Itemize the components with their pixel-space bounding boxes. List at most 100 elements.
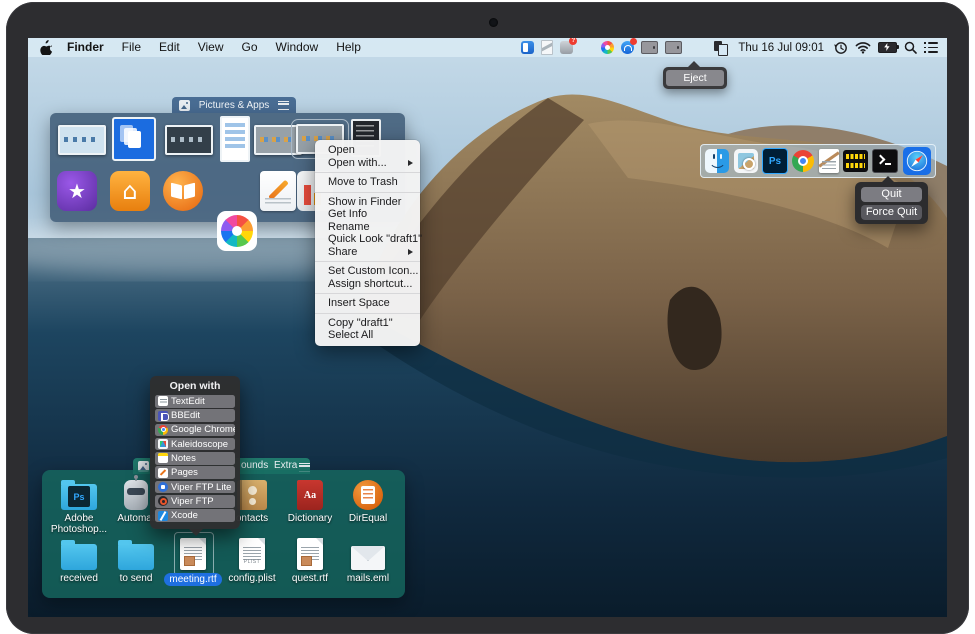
panel-menu-icon[interactable] xyxy=(278,101,289,110)
home-icon[interactable]: ⌂ xyxy=(110,171,150,211)
rtf-document-icon xyxy=(297,538,323,570)
menu-bar-clock[interactable]: Thu 16 Jul 09:01 xyxy=(735,42,827,54)
app-store-icon[interactable] xyxy=(621,41,634,54)
menu-item-move-to-trash[interactable]: Move to Trash xyxy=(315,176,420,189)
safari-compass-icon xyxy=(906,150,928,172)
external-drive-eject-target-icon[interactable] xyxy=(665,41,682,54)
menu-item-set-custom-icon[interactable]: Set Custom Icon... xyxy=(315,265,420,278)
copy-app-tile[interactable] xyxy=(112,117,156,161)
menu-item-copy[interactable]: Copy "draft1" xyxy=(315,317,420,330)
chrome-icon[interactable] xyxy=(792,150,814,172)
quit-button[interactable]: Quit xyxy=(861,187,922,202)
textedit-icon[interactable] xyxy=(819,149,839,173)
menu-item-select-all[interactable]: Select All xyxy=(315,329,420,342)
file-item-mails-eml[interactable]: mails.eml xyxy=(340,536,396,584)
copy-queue-icon[interactable] xyxy=(714,41,728,55)
menu-item-rename[interactable]: Rename xyxy=(315,221,420,234)
open-with-kaleidoscope[interactable]: Kaleidoscope xyxy=(155,438,235,451)
menu-separator xyxy=(315,313,420,314)
open-with-textedit[interactable]: TextEdit xyxy=(155,395,235,408)
open-with-xcode[interactable]: Xcode xyxy=(155,509,235,522)
eject-button[interactable]: Eject xyxy=(666,70,724,86)
menu-item-get-info[interactable]: Get Info xyxy=(315,208,420,221)
open-with-bbedit[interactable]: BBEdit xyxy=(155,409,235,422)
open-with-google-chrome[interactable]: Google Chrome xyxy=(155,424,235,437)
open-with-pages[interactable]: Pages xyxy=(155,466,235,479)
menu-help[interactable]: Help xyxy=(327,38,370,57)
menu-bar-status-area: ? Thu 16 Jul 09:01 xyxy=(521,40,947,55)
pictures-apps-tab[interactable]: Pictures & Apps xyxy=(172,97,296,113)
menu-item-share[interactable]: Share xyxy=(315,246,420,259)
desktop-screen: Finder File Edit View Go Window Help ? T… xyxy=(28,38,947,617)
status-widget-icon[interactable] xyxy=(843,150,868,172)
menu-go[interactable]: Go xyxy=(233,38,267,57)
eject-tooltip: Eject xyxy=(663,67,727,89)
spotlight-icon[interactable] xyxy=(904,41,917,54)
photoshop-icon[interactable]: Ps xyxy=(762,148,788,174)
helper-app-icon[interactable]: ? xyxy=(560,41,573,54)
open-with-viper-ftp-lite[interactable]: Viper FTP Lite xyxy=(155,481,235,494)
menu-file[interactable]: File xyxy=(113,38,150,57)
menu-item-open-with[interactable]: Open with... xyxy=(315,157,420,170)
books-icon[interactable] xyxy=(163,171,203,211)
picture-icon xyxy=(179,100,190,111)
photos-icon[interactable] xyxy=(601,41,614,54)
rtf-document-icon xyxy=(180,538,206,570)
photos-app-icon[interactable] xyxy=(217,211,257,251)
folder-icon xyxy=(118,544,154,570)
file-item-to-send[interactable]: to send xyxy=(108,536,164,584)
plist-document-icon: PLIST xyxy=(239,538,265,570)
textedit-icon xyxy=(158,396,168,406)
safari-icon-selected[interactable] xyxy=(903,147,931,175)
screenshot-finder-thumb[interactable] xyxy=(254,125,302,155)
file-item-quest-rtf[interactable]: quest.rtf xyxy=(282,536,338,584)
menu-separator xyxy=(315,293,420,294)
direqual-icon xyxy=(353,480,383,510)
quit-popover: Quit Force Quit xyxy=(855,182,928,224)
notes-icon xyxy=(158,453,168,463)
editor-app-icon[interactable] xyxy=(541,40,553,55)
apple-menu-icon[interactable] xyxy=(40,40,53,55)
file-item-direqual[interactable]: DirEqual xyxy=(340,476,396,524)
viper-ftp-lite-icon xyxy=(158,482,168,492)
menu-edit[interactable]: Edit xyxy=(150,38,189,57)
screenshot-dark-thumb[interactable] xyxy=(165,125,213,155)
contacts-icon xyxy=(237,480,267,510)
menu-item-open[interactable]: Open xyxy=(315,144,420,157)
file-item-received[interactable]: received xyxy=(51,536,107,584)
battery-charging-icon[interactable] xyxy=(878,42,897,53)
force-quit-button[interactable]: Force Quit xyxy=(861,205,922,220)
time-machine-icon[interactable] xyxy=(834,41,848,55)
xcode-icon xyxy=(158,511,168,521)
external-drive-icon[interactable] xyxy=(641,41,658,54)
wifi-icon[interactable] xyxy=(855,41,871,54)
pages-icon[interactable] xyxy=(260,171,296,211)
imovie-icon[interactable]: ★ xyxy=(57,171,97,211)
item-list-icon[interactable] xyxy=(924,42,938,53)
menu-item-show-in-finder[interactable]: Show in Finder xyxy=(315,196,420,209)
chrome-icon xyxy=(158,425,168,435)
preview-icon[interactable] xyxy=(734,149,758,173)
terminal-icon[interactable] xyxy=(872,149,898,173)
menu-item-assign-shortcut[interactable]: Assign shortcut... xyxy=(315,278,420,291)
photos-pinwheel xyxy=(221,215,253,247)
file-item-dictionary[interactable]: Aa Dictionary xyxy=(282,476,338,524)
file-item-config-plist[interactable]: PLIST config.plist xyxy=(224,536,280,584)
document-thumb[interactable] xyxy=(220,116,250,162)
screenshot-toolbar-thumb[interactable] xyxy=(58,125,106,155)
open-with-notes[interactable]: Notes xyxy=(155,452,235,465)
menu-window[interactable]: Window xyxy=(267,38,328,57)
open-with-viper-ftp[interactable]: Viper FTP xyxy=(155,495,235,508)
menu-finder[interactable]: Finder xyxy=(58,38,113,57)
menu-view[interactable]: View xyxy=(189,38,233,57)
file-item-adobe-photoshop[interactable]: Ps Adobe Photoshop... xyxy=(51,476,107,535)
bbedit-icon xyxy=(158,411,168,421)
finder-icon[interactable] xyxy=(705,149,729,173)
file-item-meeting-rtf-selected[interactable]: meeting.rtf xyxy=(165,536,221,586)
sync-app-icon[interactable] xyxy=(521,41,534,54)
menu-item-insert-space[interactable]: Insert Space xyxy=(315,297,420,310)
automator-icon xyxy=(124,480,148,510)
home-house-glyph: ⌂ xyxy=(122,177,137,205)
menu-separator xyxy=(315,172,420,173)
menu-item-quick-look[interactable]: Quick Look "draft1" xyxy=(315,233,420,246)
